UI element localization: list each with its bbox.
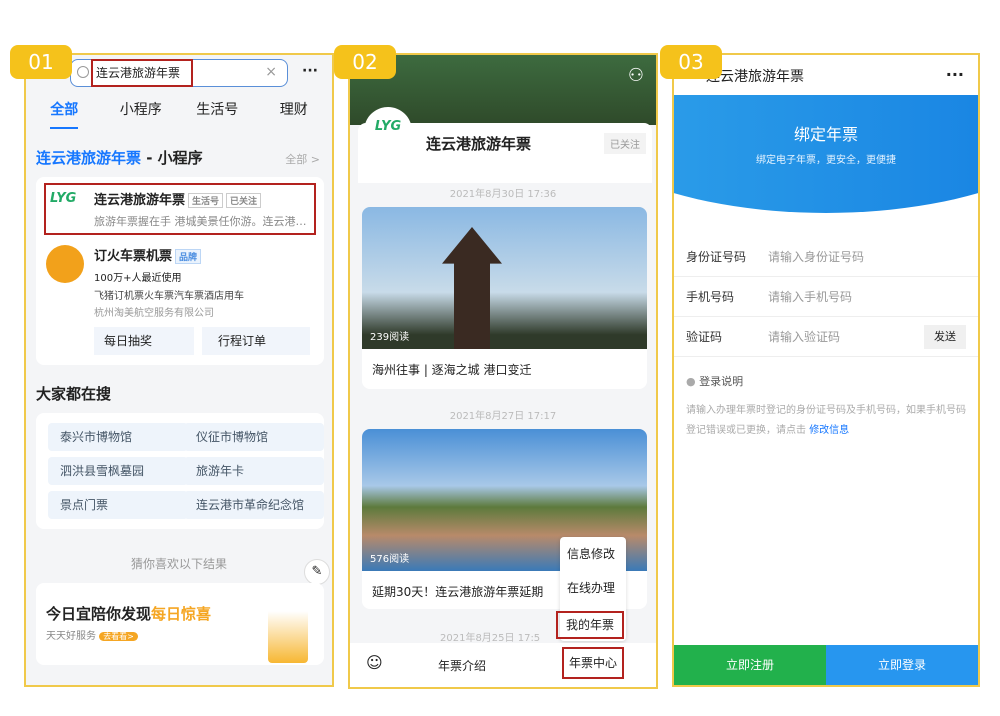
popup-menu: 信息修改 在线办理 我的年票 [556,537,626,641]
result-name[interactable]: 订火车票机票 [94,249,172,264]
hot-item[interactable]: 旅游年卡 [184,457,324,485]
tab-indicator [50,127,78,129]
more-icon[interactable]: ··· [946,65,964,84]
promo-banner[interactable]: 今日宜陪你发现每日惊喜 天天好服务 去看看> [36,583,324,665]
result-item[interactable]: LYG 连云港旅游年票 生活号 已关注 旅游年票握在手 港城美景任你游。连云港… [44,183,316,235]
feedback-icon[interactable]: ✎ [304,559,330,585]
hot-item[interactable]: 连云港市革命纪念馆 [184,491,324,519]
result-desc: 旅游年票握在手 港城美景任你游。连云港… [94,215,307,228]
tab-finance[interactable]: 理财 [256,99,333,119]
send-code-button[interactable]: 发送 [924,325,966,349]
company: 杭州淘美航空服务有限公司 [94,308,214,319]
post-date: 2021年8月30日 17:36 [449,189,557,200]
trip-orders-button[interactable]: 行程订单 [202,327,310,355]
step-badge: 02 [334,45,396,79]
step-badge: 03 [660,45,722,79]
life-account-screen: ⚇ LYG 连云港旅游年票 已关注 2021年8月30日 17:36 239阅读… [348,53,658,689]
daily-lottery-button[interactable]: 每日抽奖 [94,327,194,355]
hot-item[interactable]: 仪征市博物馆 [184,423,324,451]
section-all-link[interactable]: 全部 > [285,151,320,167]
register-button[interactable]: 立即注册 [674,645,826,685]
search-icon [77,66,89,78]
bottom-nav: ☺ 年票介绍 年票中心 [350,643,656,687]
section-title: 连云港旅游年票 - 小程序 [36,149,203,167]
menu-info-edit[interactable]: 信息修改 [567,545,615,562]
banner-title: 绑定年票 [793,125,858,144]
post-title: 海州往事 | 逐海之城 港口变迁 [372,363,532,377]
hot-card: 泰兴市博物馆 仪征市博物馆 泗洪县雪枫墓园 旅游年卡 景点门票 连云港市革命纪念… [36,413,324,529]
step-badge: 01 [10,45,72,79]
post-date: 2021年8月25日 17:5 [440,633,541,644]
tag: 生活号 [188,193,224,208]
nav-ticket-intro[interactable]: 年票介绍 [438,657,486,674]
nav-ticket-center[interactable]: 年票中心 [562,647,624,679]
service-bot-icon[interactable]: ☺ [366,653,383,672]
note-text: 请输入办理年票时登记的身份证号码及手机号码，如果手机号码登记错误或已更换，请点击… [686,405,966,436]
tab-lifestyle[interactable]: 生活号 [179,99,256,119]
result-desc: 飞猪订机票火车票汽车票酒店用车 [94,291,244,302]
clear-icon[interactable]: × [265,64,277,80]
phone-field[interactable]: 手机号码 请输入手机号码 [674,277,978,317]
banner-subtitle: 绑定电子年票，更安全，更便捷 [756,155,896,166]
results-card: LYG 连云港旅游年票 生活号 已关注 旅游年票握在手 港城美景任你游。连云港… 订… [36,177,324,365]
promo-title: 今日宜陪你发现 [46,605,152,623]
tag: 已关注 [226,193,262,208]
profile-icon[interactable]: ⚇ [628,65,644,86]
promo-sub: 天天好服务 [46,631,96,642]
account-header: LYG 连云港旅游年票 已关注 [358,107,652,183]
read-count: 239阅读 [370,332,410,343]
app-logo: LYG [50,191,77,206]
cat-paw-illustration [268,589,308,663]
promo-button[interactable]: 去看看> [99,632,138,641]
more-icon[interactable]: ··· [302,63,318,79]
result-name: 连云港旅游年票 [94,193,186,208]
pagoda-image: 239阅读 [362,207,647,349]
search-input[interactable]: 连云港旅游年票 × [70,59,288,87]
account-name: 连云港旅游年票 [426,135,532,153]
account-logo: LYG [364,107,412,155]
hot-title: 大家都在搜 [36,385,112,403]
id-number-field[interactable]: 身份证号码 请输入身份证号码 [674,237,978,277]
search-results-screen: 连云港旅游年票 × ··· 全部 小程序 生活号 理财 连云港旅游年票 - 小程… [24,53,334,687]
users-count: 100万+人最近使用 [94,273,182,284]
brand-tag: 品牌 [175,249,202,264]
menu-my-ticket[interactable]: 我的年票 [556,611,624,639]
promo-highlight: 每日惊喜 [151,605,212,623]
bind-ticket-screen: ‹ 连云港旅游年票 ··· 绑定年票 绑定电子年票，更安全，更便捷 身份证号码请… [672,53,980,687]
note-title: ● 登录说明 [686,375,744,388]
search-value: 连云港旅游年票 [91,59,193,87]
menu-online-apply[interactable]: 在线办理 [567,579,615,596]
train-logo [46,245,84,283]
hot-item[interactable]: 景点门票 [48,491,188,519]
modify-info-link[interactable]: 修改信息 [809,425,849,436]
login-button[interactable]: 立即登录 [826,645,978,685]
post-card[interactable]: 239阅读 海州往事 | 逐海之城 港口变迁 [362,207,647,389]
tab-all[interactable]: 全部 [26,99,103,119]
hot-item[interactable]: 泰兴市博物馆 [48,423,188,451]
follow-status[interactable]: 已关注 [604,133,646,154]
post-date: 2021年8月27日 17:17 [449,411,557,422]
code-field[interactable]: 验证码 请输入验证码 发送 [674,317,978,357]
tab-miniprogram[interactable]: 小程序 [103,99,180,119]
guess-label: 猜你喜欢以下结果 [130,557,227,571]
read-count: 576阅读 [370,554,410,565]
bind-banner: 绑定年票 绑定电子年票，更安全，更便捷 [674,95,978,213]
hot-item[interactable]: 泗洪县雪枫墓园 [48,457,188,485]
